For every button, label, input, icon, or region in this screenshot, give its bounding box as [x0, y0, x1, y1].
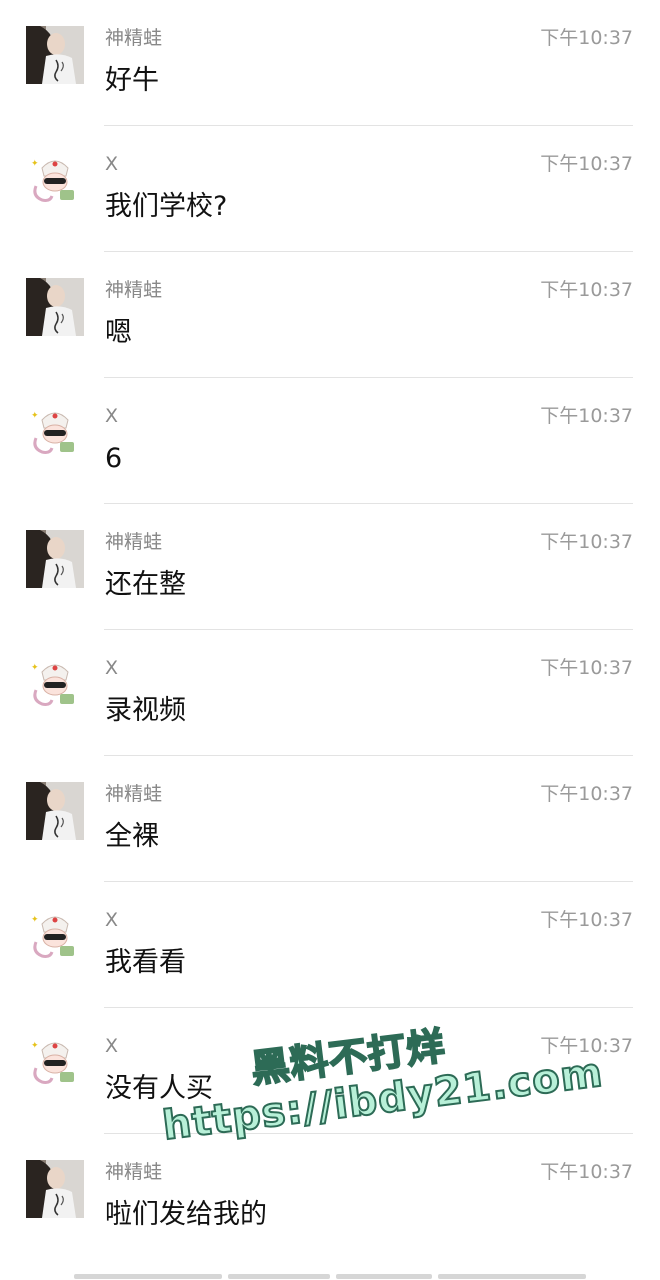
- bottom-bar-segment: [228, 1274, 330, 1279]
- bottom-bar-segment: [336, 1274, 432, 1279]
- message-text: 没有人买: [105, 1073, 213, 1104]
- svg-text:✦: ✦: [31, 159, 39, 169]
- message-text: 我们学校?: [105, 191, 228, 222]
- sender-name: 神精蛙: [105, 1161, 163, 1183]
- sender-name: 神精蛙: [105, 531, 163, 553]
- message-text: 好牛: [105, 65, 159, 96]
- message-time: 下午10:37: [540, 531, 633, 553]
- svg-text:✦: ✦: [31, 411, 39, 421]
- cartoon-avatar-icon[interactable]: ✦: [26, 404, 84, 462]
- list-item[interactable]: 神精蛙 下午10:37 好牛: [0, 0, 660, 126]
- list-item[interactable]: ✦ X 下午10:37 录视频: [0, 630, 660, 756]
- photo-avatar-icon[interactable]: [26, 26, 84, 84]
- sender-name: 神精蛙: [105, 27, 163, 49]
- cartoon-avatar-icon[interactable]: ✦: [26, 656, 84, 714]
- sender-name: X: [105, 1035, 119, 1057]
- sender-name: 神精蛙: [105, 279, 163, 301]
- sender-name: 神精蛙: [105, 783, 163, 805]
- message-time: 下午10:37: [540, 279, 633, 301]
- message-time: 下午10:37: [540, 153, 633, 175]
- svg-text:✦: ✦: [31, 663, 39, 673]
- message-text: 全裸: [105, 821, 159, 852]
- svg-text:✦: ✦: [31, 915, 39, 925]
- photo-avatar-icon[interactable]: [26, 782, 84, 840]
- list-item[interactable]: 神精蛙 下午10:37 还在整: [0, 504, 660, 630]
- message-text: 6: [105, 443, 123, 474]
- message-time: 下午10:37: [540, 1035, 633, 1057]
- message-time: 下午10:37: [540, 1161, 633, 1183]
- sender-name: X: [105, 909, 119, 931]
- bottom-edge-bar: [0, 1272, 660, 1280]
- message-time: 下午10:37: [540, 657, 633, 679]
- cartoon-avatar-icon[interactable]: ✦: [26, 908, 84, 966]
- message-time: 下午10:37: [540, 783, 633, 805]
- list-item[interactable]: ✦ X 下午10:37 我看看: [0, 882, 660, 1008]
- list-item[interactable]: 神精蛙 下午10:37 啦们发给我的: [0, 1134, 660, 1260]
- bottom-bar-segment: [438, 1274, 586, 1279]
- sender-name: X: [105, 153, 119, 175]
- list-item[interactable]: ✦ X 下午10:37 没有人买: [0, 1008, 660, 1134]
- message-time: 下午10:37: [540, 405, 633, 427]
- list-item[interactable]: ✦ X 下午10:37 我们学校?: [0, 126, 660, 252]
- cartoon-avatar-icon[interactable]: ✦: [26, 152, 84, 210]
- message-text: 还在整: [105, 569, 186, 600]
- photo-avatar-icon[interactable]: [26, 530, 84, 588]
- message-text: 录视频: [105, 695, 186, 726]
- message-time: 下午10:37: [540, 27, 633, 49]
- list-item[interactable]: 神精蛙 下午10:37 嗯: [0, 252, 660, 378]
- sender-name: X: [105, 405, 119, 427]
- message-text: 嗯: [105, 317, 132, 348]
- photo-avatar-icon[interactable]: [26, 1160, 84, 1218]
- bottom-bar-segment: [74, 1274, 222, 1279]
- message-text: 啦们发给我的: [105, 1199, 267, 1230]
- sender-name: X: [105, 657, 119, 679]
- list-item[interactable]: 神精蛙 下午10:37 全裸: [0, 756, 660, 882]
- message-time: 下午10:37: [540, 909, 633, 931]
- photo-avatar-icon[interactable]: [26, 278, 84, 336]
- list-item[interactable]: ✦ X 下午10:37 6: [0, 378, 660, 504]
- message-text: 我看看: [105, 947, 186, 978]
- svg-text:✦: ✦: [31, 1041, 39, 1051]
- chat-history-list: 神精蛙 下午10:37 好牛 ✦ X 下午10:37 我们学校? 神精蛙 下午1…: [0, 0, 660, 1260]
- cartoon-avatar-icon[interactable]: ✦: [26, 1034, 84, 1092]
